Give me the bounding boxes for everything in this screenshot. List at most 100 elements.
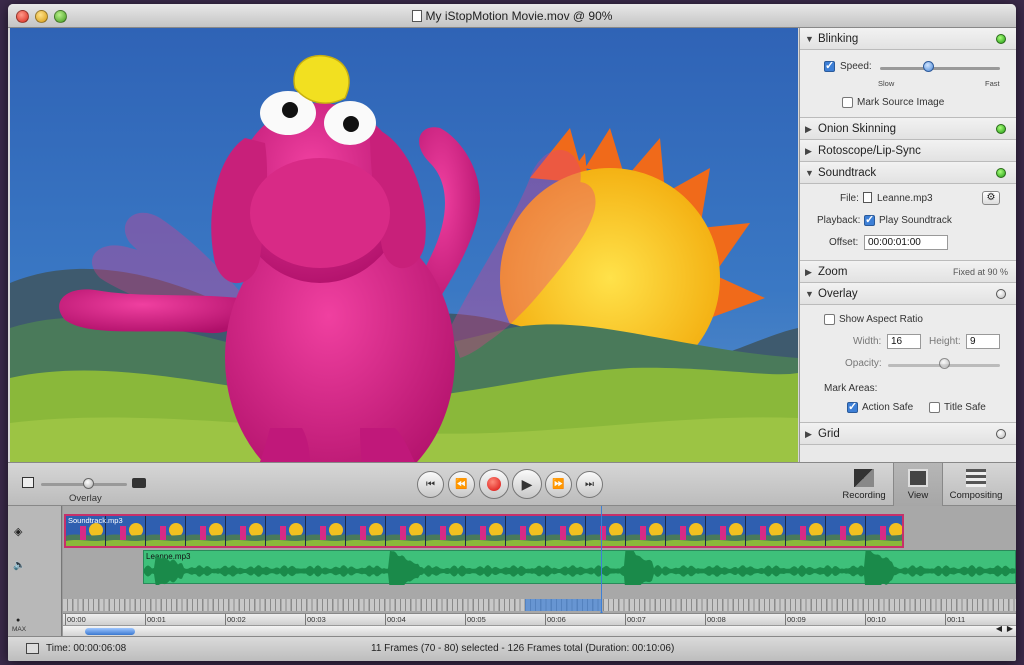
section-header-zoom[interactable]: ▶ Zoom Fixed at 90 %: [800, 261, 1016, 283]
close-window-button[interactable]: [16, 10, 29, 23]
speed-slider-knob[interactable]: [923, 61, 934, 72]
disclosure-closed-icon: ▶: [805, 429, 812, 439]
mark-source-checkbox[interactable]: [842, 97, 853, 108]
mark-source-label: Mark Source Image: [857, 97, 945, 108]
show-aspect-label: Show Aspect Ratio: [839, 314, 923, 325]
audio-track[interactable]: Leanne.mp3: [143, 550, 1016, 585]
recording-label: Recording: [842, 490, 886, 501]
section-title-rotoscope: Rotoscope/Lip-Sync: [818, 145, 921, 157]
step-back-button[interactable]: ⏪: [448, 471, 475, 498]
section-header-grid[interactable]: ▶ Grid: [800, 423, 1016, 445]
action-safe-label: Action Safe: [862, 402, 914, 413]
speed-slider-track[interactable]: [880, 67, 1000, 70]
status-bar: Time: 00:00:06:08 11 Frames (70 - 80) se…: [8, 636, 1016, 661]
go-to-end-button[interactable]: ⏭: [576, 471, 603, 498]
section-header-rotoscope[interactable]: ▶ Rotoscope/Lip-Sync: [800, 140, 1016, 162]
frame-selection[interactable]: [525, 599, 601, 611]
speed-checkbox[interactable]: [824, 59, 835, 72]
record-dot-icon: [487, 477, 501, 491]
status-led-green-icon[interactable]: [996, 168, 1006, 178]
soundtrack-body: File: Leanne.mp3 ⚙ Playback: Play Soundt…: [800, 184, 1016, 261]
track-header-column: ◈ 🔈 ● MAX: [8, 506, 62, 636]
section-header-blinking[interactable]: ▼ Blinking: [800, 28, 1016, 50]
file-name: Leanne.mp3: [877, 193, 933, 204]
timeline-zoom-icon[interactable]: ●: [16, 617, 20, 624]
timeline: ◈ 🔈 ● MAX Soundtrack.mp3 Leanne.mp3 00:0…: [8, 506, 1016, 636]
file-label: File:: [840, 193, 859, 204]
title-safe-checkbox[interactable]: [929, 402, 940, 413]
opacity-slider-knob[interactable]: [939, 358, 950, 369]
section-header-soundtrack[interactable]: ▼ Soundtrack: [800, 162, 1016, 184]
audio-waveform: [144, 551, 1016, 585]
section-title-soundtrack: Soundtrack: [818, 167, 877, 179]
ruler-tick-label: 00:09: [785, 614, 806, 625]
playhead[interactable]: [601, 506, 602, 624]
movie-frame-image: [10, 28, 798, 462]
overlay-body: Show Aspect Ratio Width: 16 Height: 9 Op…: [800, 305, 1016, 423]
disclosure-open-icon: ▼: [805, 168, 814, 178]
status-led-green-icon[interactable]: [996, 124, 1006, 134]
ruler-tick-label: 00:06: [545, 614, 566, 625]
compositing-mode-button[interactable]: Compositing: [946, 463, 1006, 507]
audio-file-icon: [863, 192, 872, 203]
minimize-window-button[interactable]: [35, 10, 48, 23]
scrollbar-thumb[interactable]: [85, 628, 135, 635]
zoom-window-button[interactable]: [54, 10, 67, 23]
play-soundtrack-checkbox[interactable]: [864, 213, 875, 226]
frames-info: 11 Frames (70 - 80) selected - 126 Frame…: [371, 643, 675, 654]
offset-label: Offset:: [829, 237, 859, 248]
offset-input[interactable]: 00:00:01:00: [864, 235, 948, 250]
video-thumbnails: [66, 516, 902, 546]
ruler-tick-label: 00:00: [65, 614, 86, 625]
section-title-overlay: Overlay: [818, 288, 858, 300]
section-header-overlay[interactable]: ▼ Overlay: [800, 283, 1016, 305]
status-view-icon[interactable]: [26, 643, 39, 654]
speaker-icon: 🔈: [13, 560, 26, 571]
section-header-onion-skinning[interactable]: ▶ Onion Skinning: [800, 118, 1016, 140]
horizontal-scrollbar[interactable]: ◀ ▶: [63, 624, 1016, 636]
width-input[interactable]: 16: [887, 334, 921, 349]
filmstrip-icon: [22, 477, 34, 488]
title-safe-label: Title Safe: [944, 402, 986, 413]
soundtrack-gear-button[interactable]: ⚙: [982, 191, 1000, 205]
speed-label: Speed:: [840, 61, 872, 72]
step-forward-button[interactable]: ⏩: [545, 471, 572, 498]
scroll-right-arrow-icon[interactable]: ▶: [1007, 624, 1013, 633]
disclosure-open-icon: ▼: [805, 289, 814, 299]
view-mode-button[interactable]: View: [893, 463, 943, 507]
section-title-blinking: Blinking: [818, 33, 859, 45]
action-safe-checkbox[interactable]: [847, 400, 858, 413]
view-monitor-icon: [908, 469, 928, 487]
play-button[interactable]: ▶: [512, 469, 542, 499]
layers-stack-icon: [966, 469, 986, 487]
scroll-left-arrow-icon[interactable]: ◀: [996, 624, 1002, 633]
status-led-off-icon[interactable]: [996, 429, 1006, 439]
zoom-note: Fixed at 90 %: [952, 267, 1008, 277]
height-label: Height:: [929, 336, 961, 347]
video-track[interactable]: Soundtrack.mp3: [64, 514, 904, 548]
movie-file-icon: [411, 10, 422, 22]
time-ruler[interactable]: 00:00 00:01 00:02 00:03 00:04 00:05 00:06 00:07…: [63, 613, 1016, 625]
section-title-zoom: Zoom: [818, 266, 848, 278]
height-input[interactable]: 9: [966, 334, 1000, 349]
view-label: View: [907, 490, 929, 501]
overlay-slider-knob[interactable]: [83, 478, 95, 489]
status-led-green-icon[interactable]: [996, 34, 1006, 44]
recording-mode-button[interactable]: Recording: [838, 463, 890, 507]
ruler-tick-label: 00:05: [465, 614, 486, 625]
overlay-label: Overlay: [69, 493, 102, 504]
title-bar: My iStopMotion Movie.mov @ 90%: [8, 4, 1016, 28]
max-label: MAX: [12, 626, 27, 633]
record-button[interactable]: [479, 469, 509, 499]
go-to-start-button[interactable]: ⏮: [417, 471, 444, 498]
disclosure-closed-icon: ▶: [805, 267, 812, 277]
inspector-panel: ▼ Blinking Speed: Slow Fast Mark Source …: [799, 28, 1016, 462]
fast-label: Fast: [985, 79, 1000, 88]
status-led-off-icon[interactable]: [996, 289, 1006, 299]
movie-viewer[interactable]: [10, 28, 798, 462]
playback-label: Playback:: [817, 215, 861, 226]
show-aspect-checkbox[interactable]: [824, 314, 835, 325]
timeline-tracks[interactable]: Soundtrack.mp3 Leanne.mp3 00:00 00:01 00:0…: [63, 506, 1016, 636]
ruler-tick-label: 00:07: [625, 614, 646, 625]
window-title: My iStopMotion Movie.mov @ 90%: [425, 9, 613, 23]
